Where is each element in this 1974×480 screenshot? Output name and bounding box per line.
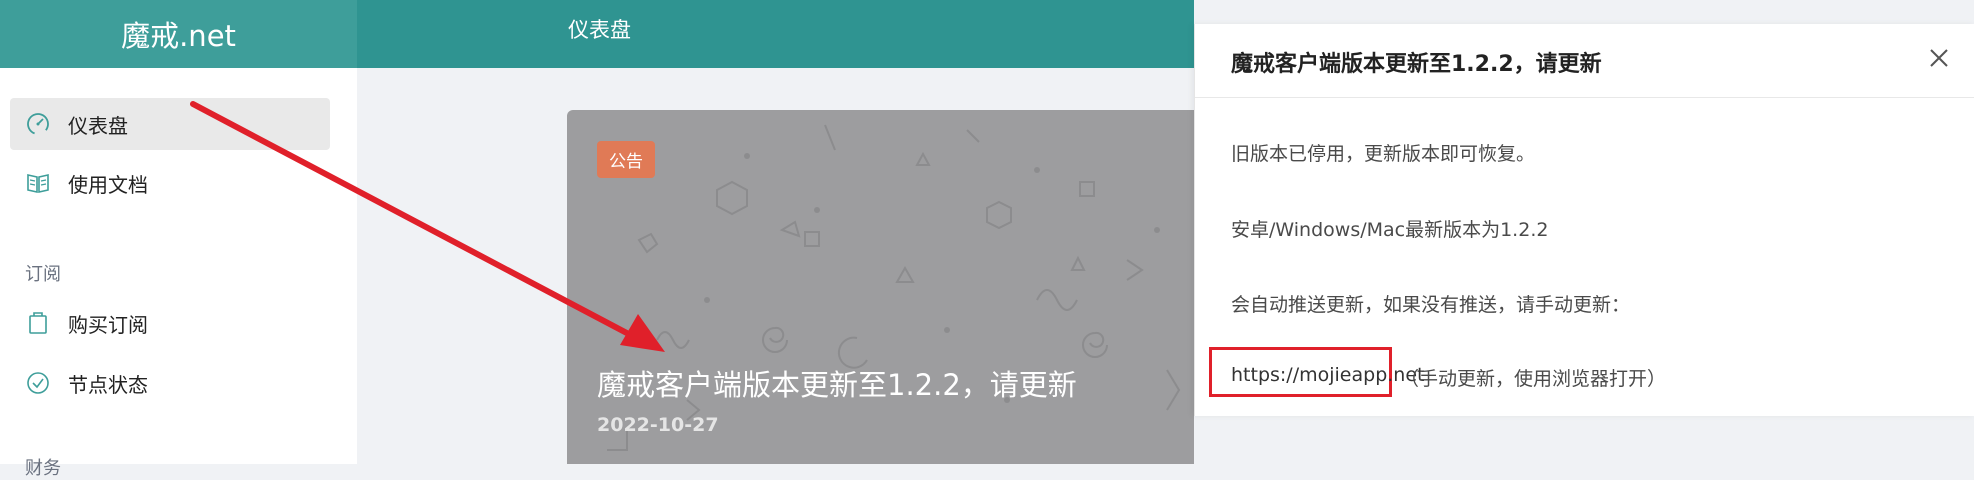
sidebar-item-label: 节点状态 (68, 372, 148, 397)
brand-logo[interactable]: 魔戒.net (0, 0, 357, 68)
dialog-text-line: 旧版本已停用，更新版本即可恢复。 (1231, 143, 1536, 165)
main-content: 公告 魔戒客户端版本更新至1.2.2，请更新 2022-10-27 (357, 68, 1194, 464)
sidebar-item-label: 使用文档 (68, 172, 148, 197)
close-icon[interactable] (1927, 46, 1951, 70)
sidebar-item-dashboard[interactable]: 仪表盘 (10, 98, 330, 150)
announcement-badge: 公告 (597, 141, 655, 178)
update-link[interactable]: https://mojieapp.net (1231, 364, 1424, 386)
gauge-icon (24, 110, 52, 138)
section-label-finance: 财务 (25, 458, 61, 479)
sidebar-item-label: 仪表盘 (68, 113, 128, 138)
dialog-divider (1195, 97, 1974, 98)
brand-name: 魔戒.net (121, 19, 236, 53)
dialog-text-line: 安卓/Windows/Mac最新版本为1.2.2 (1231, 219, 1549, 241)
announcement-headline[interactable]: 魔戒客户端版本更新至1.2.2，请更新 (597, 362, 1077, 404)
sidebar-item-docs[interactable]: 使用文档 (10, 157, 330, 209)
announcement-card[interactable]: 公告 魔戒客户端版本更新至1.2.2，请更新 2022-10-27 (567, 110, 1194, 464)
sidebar-item-label: 购买订阅 (68, 312, 148, 337)
dialog-title: 魔戒客户端版本更新至1.2.2，请更新 (1231, 52, 1602, 77)
dialog-text-line: 会自动推送更新，如果没有推送，请手动更新： (1231, 294, 1631, 316)
sidebar: 仪表盘 使用文档 订阅 购买订阅 节点状态 财务 (0, 68, 357, 479)
link-note: （手动更新，使用浏览器打开） (1400, 368, 1667, 390)
card-pattern (607, 124, 1181, 451)
book-icon (24, 169, 52, 197)
sidebar-item-buy-subscription[interactable]: 购买订阅 (10, 297, 330, 349)
sidebar-item-node-status[interactable]: 节点状态 (10, 357, 330, 409)
bag-icon (24, 309, 52, 337)
check-circle-icon (24, 369, 52, 397)
announcement-date: 2022-10-27 (597, 414, 719, 436)
page-title: 仪表盘 (568, 18, 631, 42)
announcement-dialog: 魔戒客户端版本更新至1.2.2，请更新 旧版本已停用，更新版本即可恢复。 安卓/… (1194, 24, 1974, 416)
section-label-subscription: 订阅 (25, 264, 61, 285)
top-header: 仪表盘 (357, 0, 1194, 68)
